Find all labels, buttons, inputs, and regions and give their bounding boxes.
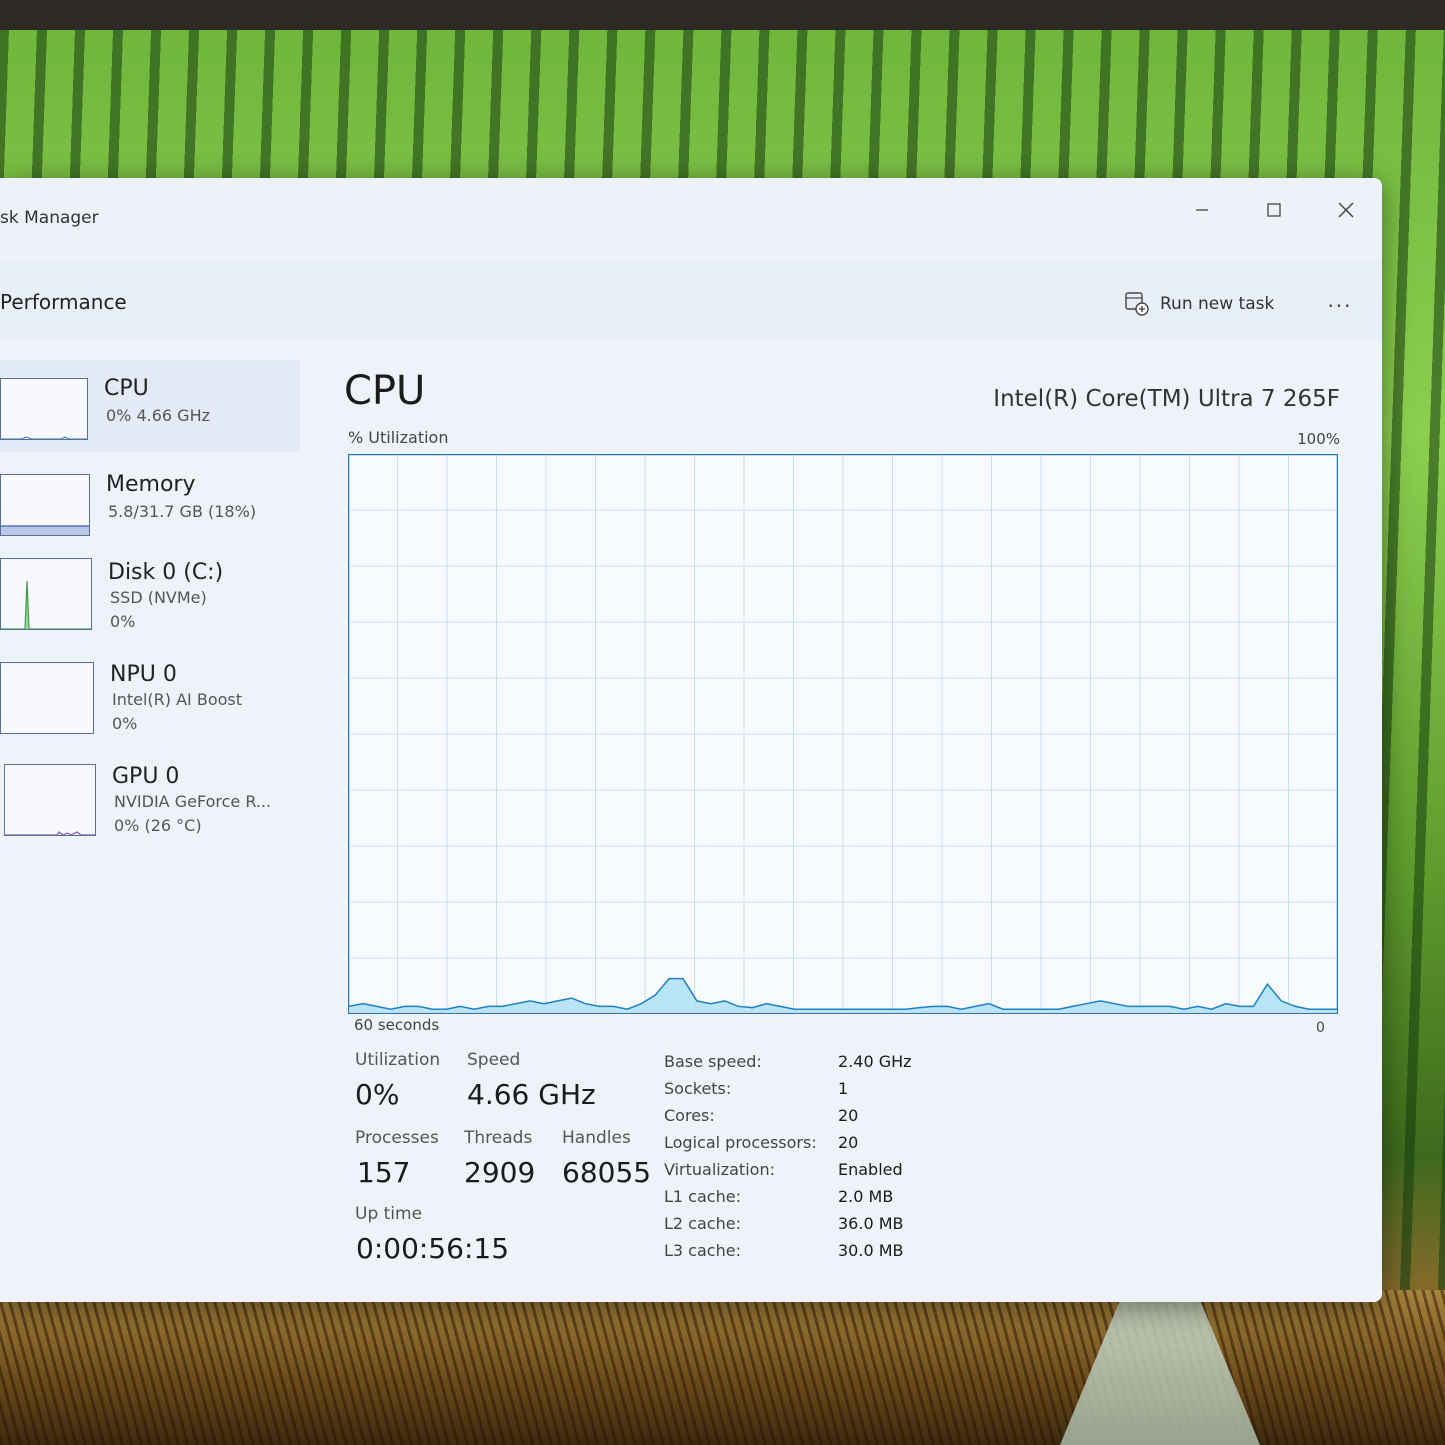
spec-row: Virtualization: Enabled (664, 1160, 984, 1186)
main-title: CPU (344, 368, 426, 414)
spec-value: Enabled (838, 1160, 903, 1179)
uptime-label: Up time (355, 1204, 423, 1224)
spec-row: L3 cache: 30.0 MB (664, 1241, 984, 1267)
gpu-thumbnail (4, 764, 96, 836)
page-title: Performance (0, 290, 127, 314)
spec-value: 20 (838, 1106, 859, 1125)
speed-label: Speed (467, 1050, 521, 1070)
cpu-model-name: Intel(R) Core(TM) Ultra 7 265F (993, 386, 1340, 412)
close-icon (1338, 202, 1354, 218)
resource-sidebar: CPU 0% 4.66 GHz Memory 5.8/31.7 GB (18%)… (0, 350, 310, 1050)
run-task-icon (1125, 292, 1149, 316)
spec-row: L1 cache: 2.0 MB (664, 1187, 984, 1213)
cpu-utilization-graph (348, 454, 1338, 1014)
spec-value: 20 (838, 1133, 859, 1152)
threads-value: 2909 (464, 1156, 536, 1189)
sidebar-item-detail: SSD (NVMe) (110, 588, 207, 607)
spec-key: L3 cache: (664, 1241, 741, 1260)
run-task-label: Run new task (1160, 294, 1275, 314)
cpu-thumbnail (0, 378, 88, 440)
spec-value: 2.40 GHz (838, 1052, 912, 1071)
more-options-button[interactable]: ... (1322, 288, 1358, 318)
run-new-task-button[interactable]: Run new task (1124, 288, 1274, 320)
task-manager-window: sk Manager Performance Run new task ... (0, 178, 1382, 1302)
spec-key: L1 cache: (664, 1187, 741, 1206)
page-header: Performance Run new task ... (0, 260, 1382, 340)
maximize-icon (1267, 203, 1281, 217)
minimize-icon (1196, 209, 1208, 211)
close-button[interactable] (1328, 192, 1364, 228)
spec-key: Sockets: (664, 1079, 732, 1098)
sidebar-item-usage: 0% (110, 612, 136, 631)
maximize-button[interactable] (1256, 192, 1292, 228)
sidebar-item-cpu[interactable]: CPU 0% 4.66 GHz (0, 360, 300, 452)
spec-row: Cores: 20 (664, 1106, 984, 1132)
spec-key: L2 cache: (664, 1214, 741, 1233)
graph-zero-label: 0 (1316, 1020, 1325, 1036)
sidebar-item-gpu[interactable]: GPU 0 NVIDIA GeForce R... 0% (26 °C) (0, 756, 300, 848)
spec-value: 36.0 MB (838, 1214, 904, 1233)
graph-max-label: 100% (1297, 430, 1340, 448)
spec-value: 30.0 MB (838, 1241, 904, 1260)
sidebar-item-label: NPU 0 (110, 662, 177, 687)
handles-value: 68055 (562, 1156, 652, 1189)
utilization-label: Utilization (355, 1050, 441, 1070)
sidebar-item-detail: 5.8/31.7 GB (18%) (108, 502, 257, 521)
sidebar-item-detail: Intel(R) AI Boost (112, 690, 243, 709)
handles-label: Handles (562, 1128, 631, 1148)
title-bar[interactable]: sk Manager (0, 178, 1382, 260)
sidebar-item-label: GPU 0 (112, 764, 180, 789)
sidebar-item-label: CPU (104, 376, 149, 401)
graph-time-label: 60 seconds (354, 1016, 440, 1034)
sidebar-item-label: Disk 0 (C:) (108, 560, 224, 585)
spec-value: 2.0 MB (838, 1187, 894, 1206)
utilization-axis-label: % Utilization (348, 428, 449, 447)
sidebar-item-detail: NVIDIA GeForce R... (114, 792, 272, 811)
spec-key: Cores: (664, 1106, 715, 1125)
sidebar-item-memory[interactable]: Memory 5.8/31.7 GB (18%) (0, 456, 300, 548)
app-title: sk Manager (0, 208, 99, 228)
processes-value: 157 (357, 1156, 411, 1189)
npu-thumbnail (0, 662, 94, 734)
sidebar-item-label: Memory (106, 472, 196, 497)
spec-key: Virtualization: (664, 1160, 775, 1179)
sidebar-item-detail: 0% 4.66 GHz (106, 406, 211, 425)
uptime-value: 0:00:56:15 (356, 1232, 510, 1265)
sidebar-item-disk[interactable]: Disk 0 (C:) SSD (NVMe) 0% (0, 550, 300, 642)
speed-value: 4.66 GHz (467, 1078, 596, 1111)
screen-top-bezel (0, 0, 1445, 30)
sidebar-item-npu[interactable]: NPU 0 Intel(R) AI Boost 0% (0, 652, 300, 744)
spec-key: Logical processors: (664, 1133, 817, 1152)
disk-thumbnail (0, 558, 92, 630)
spec-row: Sockets: 1 (664, 1079, 984, 1105)
sidebar-item-usage: 0% (112, 714, 138, 733)
threads-label: Threads (464, 1128, 533, 1148)
sidebar-item-usage: 0% (26 °C) (114, 816, 202, 835)
spec-row: L2 cache: 36.0 MB (664, 1214, 984, 1240)
spec-value: 1 (838, 1079, 849, 1098)
utilization-value: 0% (355, 1078, 400, 1111)
spec-key: Base speed: (664, 1052, 762, 1071)
spec-row: Base speed: 2.40 GHz (664, 1052, 984, 1078)
processes-label: Processes (355, 1128, 439, 1148)
spec-row: Logical processors: 20 (664, 1133, 984, 1159)
memory-thumbnail (0, 474, 90, 536)
minimize-button[interactable] (1184, 192, 1220, 228)
